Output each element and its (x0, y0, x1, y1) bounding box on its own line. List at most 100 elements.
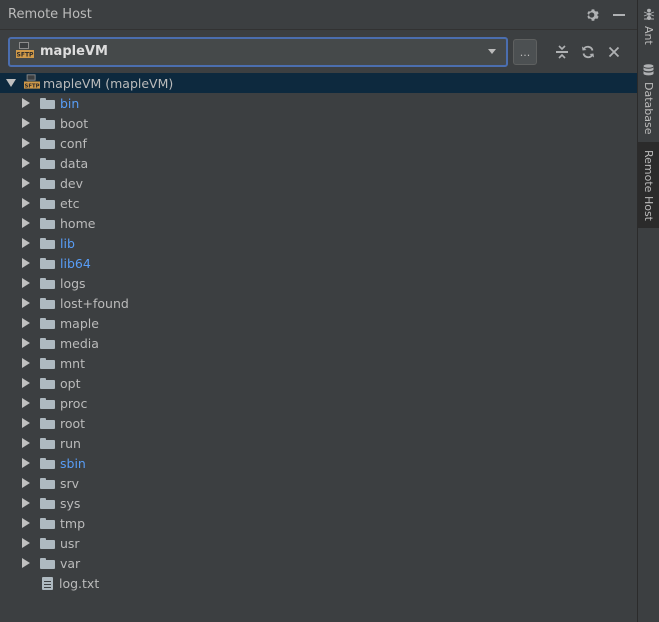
tree-item-label: sbin (60, 455, 86, 471)
tree-folder-row[interactable]: home (0, 213, 637, 233)
tree-item-label: tmp (60, 515, 86, 531)
tree-folder-row[interactable]: root (0, 413, 637, 433)
side-tab-label: Ant (642, 26, 655, 45)
folder-icon (40, 317, 55, 329)
tree-items: bin boot conf data dev etc home lib lib64 logs los… (0, 93, 637, 593)
tree-folder-row[interactable]: srv (0, 473, 637, 493)
tree-folder-row[interactable]: conf (0, 133, 637, 153)
folder-icon (40, 117, 55, 129)
tree-folder-row[interactable]: tmp (0, 513, 637, 533)
tree-item-label: srv (60, 475, 80, 491)
tree-folder-row[interactable]: logs (0, 273, 637, 293)
side-tab-ant[interactable]: Ant (638, 8, 659, 50)
tree-folder-row[interactable]: maple (0, 313, 637, 333)
folder-icon (40, 297, 55, 309)
tree-folder-row[interactable]: media (0, 333, 637, 353)
tree-folder-row[interactable]: run (0, 433, 637, 453)
tree-item-label: boot (60, 115, 89, 131)
folder-icon (40, 457, 55, 469)
tree-file-row[interactable]: log.txt (0, 573, 637, 593)
chevron-right-icon[interactable] (22, 98, 30, 108)
folder-icon (40, 97, 55, 109)
chevron-right-icon[interactable] (22, 218, 30, 228)
tree-item-label: proc (60, 395, 88, 411)
tree-item-label: data (60, 155, 89, 171)
tree-folder-row[interactable]: data (0, 153, 637, 173)
folder-icon (40, 197, 55, 209)
chevron-right-icon[interactable] (22, 298, 30, 308)
refresh-icon[interactable] (575, 39, 601, 65)
tree-folder-row[interactable]: dev (0, 173, 637, 193)
tree-folder-row[interactable]: mnt (0, 353, 637, 373)
right-tool-strip: Ant Database Remote Host (638, 0, 659, 622)
tree-folder-row[interactable]: lib (0, 233, 637, 253)
sftp-icon: SFTP (24, 74, 40, 92)
tree-folder-row[interactable]: sys (0, 493, 637, 513)
tree-folder-row[interactable]: proc (0, 393, 637, 413)
remote-host-panel: Remote Host SFTP mapleVM ... SFTP mapleV… (0, 0, 638, 622)
minimize-icon[interactable] (609, 5, 629, 25)
tree-folder-row[interactable]: lost+found (0, 293, 637, 313)
folder-icon (40, 497, 55, 509)
chevron-right-icon[interactable] (22, 498, 30, 508)
folder-icon (40, 437, 55, 449)
chevron-right-icon[interactable] (22, 478, 30, 488)
tree-item-label: conf (60, 135, 87, 151)
chevron-right-icon[interactable] (22, 178, 30, 188)
host-combobox-value: mapleVM (40, 44, 108, 59)
tree-item-label: root (60, 415, 86, 431)
folder-icon (40, 377, 55, 389)
chevron-right-icon[interactable] (22, 438, 30, 448)
more-button[interactable]: ... (513, 38, 537, 65)
folder-icon (40, 357, 55, 369)
chevron-right-icon[interactable] (22, 358, 30, 368)
folder-icon (40, 337, 55, 349)
chevron-right-icon[interactable] (22, 338, 30, 348)
chevron-right-icon[interactable] (22, 118, 30, 128)
text-file-icon (42, 576, 53, 590)
tree-folder-row[interactable]: usr (0, 533, 637, 553)
chevron-right-icon[interactable] (22, 418, 30, 428)
tree-item-label: var (60, 555, 81, 571)
remote-file-tree: SFTP mapleVM (mapleVM) bin boot conf data de… (0, 73, 637, 622)
side-tab-database[interactable]: Database (638, 64, 659, 135)
tree-folder-row[interactable]: lib64 (0, 253, 637, 273)
close-icon[interactable] (601, 39, 627, 65)
tree-item-label: lost+found (60, 295, 129, 311)
chevron-right-icon[interactable] (22, 538, 30, 548)
chevron-right-icon[interactable] (22, 318, 30, 328)
chevron-right-icon[interactable] (22, 518, 30, 528)
folder-icon (40, 157, 55, 169)
chevron-right-icon[interactable] (22, 158, 30, 168)
chevron-right-icon[interactable] (22, 278, 30, 288)
chevron-right-icon[interactable] (22, 398, 30, 408)
chevron-down-icon[interactable] (6, 79, 16, 87)
tree-item-label: lib64 (60, 255, 91, 271)
collapse-all-icon[interactable] (549, 39, 575, 65)
panel-toolbar: SFTP mapleVM ... (0, 30, 637, 73)
gear-icon[interactable] (583, 5, 603, 25)
tree-root-row[interactable]: SFTP mapleVM (mapleVM) (0, 73, 637, 93)
chevron-right-icon[interactable] (22, 258, 30, 268)
chevron-right-icon[interactable] (22, 138, 30, 148)
tree-folder-row[interactable]: opt (0, 373, 637, 393)
tree-item-label: logs (60, 275, 86, 291)
chevron-right-icon[interactable] (22, 238, 30, 248)
tree-item-label: bin (60, 95, 80, 111)
tree-folder-row[interactable]: etc (0, 193, 637, 213)
chevron-right-icon[interactable] (22, 458, 30, 468)
folder-icon (40, 557, 55, 569)
side-tab-remote-host[interactable]: Remote Host (638, 142, 659, 228)
chevron-right-icon[interactable] (22, 198, 30, 208)
tree-folder-row[interactable]: var (0, 553, 637, 573)
svg-text:SFTP: SFTP (24, 83, 39, 89)
chevron-right-icon[interactable] (22, 378, 30, 388)
folder-icon (40, 137, 55, 149)
svg-text:SFTP: SFTP (17, 52, 34, 59)
host-combobox[interactable]: SFTP mapleVM (8, 36, 508, 67)
tree-folder-row[interactable]: sbin (0, 453, 637, 473)
folder-icon (40, 217, 55, 229)
chevron-right-icon[interactable] (22, 558, 30, 568)
tree-folder-row[interactable]: boot (0, 113, 637, 133)
tree-folder-row[interactable]: bin (0, 93, 637, 113)
